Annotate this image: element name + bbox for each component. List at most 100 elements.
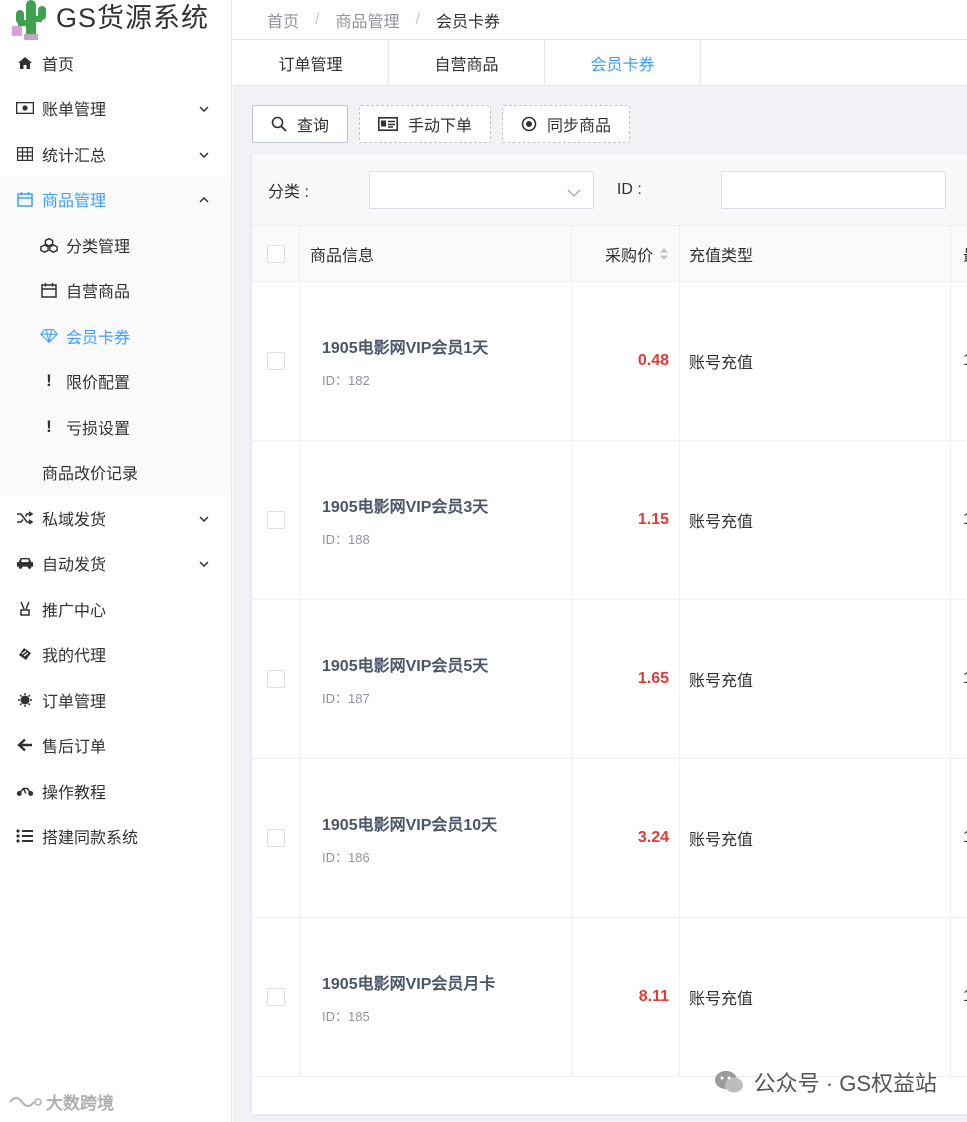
product-id: ID：186: [322, 849, 370, 865]
table-row: 1905电影网VIP会员月卡 ID：185 8.11 账号充值 1: [252, 918, 967, 1077]
toolbar: 查询 手动下单 同步商品: [252, 105, 631, 143]
select-all-checkbox[interactable]: [266, 244, 285, 263]
product-info-cell: 1905电影网VIP会员10天 ID：186: [300, 759, 572, 917]
sidebar-item-label: 私域发货: [42, 511, 107, 529]
sidebar-item-label: 会员卡券: [66, 329, 131, 347]
column-header-recharge-type: 充值类型: [680, 226, 951, 281]
sidebar-item-promotion-center[interactable]: 推广中心: [0, 586, 231, 632]
purchase-price-cell: 1.15: [572, 441, 680, 599]
wechat-icon: [714, 1069, 744, 1095]
row-checkbox[interactable]: [266, 988, 285, 1006]
sidebar-item-label: 统计汇总: [42, 147, 107, 165]
row-select-cell: [252, 282, 300, 440]
truncated-value: 1: [963, 988, 967, 1006]
sidebar-item-orders[interactable]: 订单管理: [0, 677, 231, 723]
sidebar-item-own-products[interactable]: 自营商品: [0, 268, 231, 314]
tab-own-products[interactable]: 自营商品: [389, 40, 545, 85]
recharge-type: 账号充值: [689, 832, 754, 849]
query-button[interactable]: 查询: [252, 105, 349, 143]
hand-peace-icon: [16, 601, 34, 617]
watermark-left: 大数跨境: [8, 1089, 114, 1114]
recharge-type: 账号充值: [689, 991, 754, 1008]
row-checkbox[interactable]: [266, 511, 285, 529]
sidebar-item-label: 搭建同款系统: [42, 830, 139, 848]
sidebar-item-after-sales[interactable]: 售后订单: [0, 723, 231, 769]
sidebar-item-label: 推广中心: [42, 602, 107, 620]
sidebar-item-billing[interactable]: 账单管理: [0, 86, 231, 132]
sidebar-item-label: 售后订单: [42, 739, 107, 757]
chevron-down-icon: [199, 145, 209, 163]
sidebar-item-label: 分类管理: [66, 238, 131, 256]
exclamation-icon: !: [46, 416, 52, 436]
truncated-cell: 1: [951, 600, 967, 758]
row-checkbox[interactable]: [266, 829, 285, 847]
row-checkbox[interactable]: [266, 670, 285, 688]
tab-orders[interactable]: 订单管理: [233, 40, 389, 85]
table-icon: [16, 146, 34, 161]
column-header-purchase-price[interactable]: 采购价: [572, 226, 680, 281]
chevron-up-icon: [199, 190, 209, 208]
sidebar-item-label: 商品管理: [42, 193, 107, 211]
recharge-type-cell: 账号充值: [680, 918, 951, 1076]
sidebar-item-statistics[interactable]: 统计汇总: [0, 131, 231, 177]
sidebar-item-price-limit[interactable]: ! 限价配置: [0, 359, 231, 405]
sidebar-item-auto-delivery[interactable]: 自动发货: [0, 541, 231, 587]
tab-member-coupons[interactable]: 会员卡券: [545, 40, 701, 85]
page-tabs: 订单管理 自营商品 会员卡券: [233, 40, 967, 86]
breadcrumb-item[interactable]: 商品管理: [335, 8, 399, 32]
handshake-icon: [16, 646, 34, 662]
truncated-value: 1: [963, 670, 967, 688]
diamond-icon: [40, 328, 58, 344]
sidebar-item-label: 我的代理: [42, 648, 107, 666]
breadcrumb-item-current: 会员卡券: [435, 13, 500, 31]
row-select-cell: [252, 600, 300, 758]
money-icon: [16, 102, 34, 115]
recharge-type-cell: 账号充值: [680, 759, 951, 917]
sidebar-item-label: 首页: [42, 56, 75, 74]
watermark-text: 公众号 · GS权益站: [753, 1071, 937, 1096]
category-select[interactable]: [368, 170, 594, 209]
truncated-value: 1: [963, 829, 967, 847]
product-info-cell: 1905电影网VIP会员3天 ID：188: [300, 441, 572, 599]
bug-icon: [16, 692, 34, 708]
recharge-type-cell: 账号充值: [680, 600, 951, 758]
row-select-cell: [252, 918, 300, 1076]
column-header-label: 采购价: [604, 247, 653, 265]
query-button-label: 查询: [297, 118, 330, 135]
id-input[interactable]: [720, 170, 946, 209]
sidebar-item-label: 订单管理: [42, 693, 107, 711]
sidebar-item-product-management[interactable]: 商品管理: [0, 176, 231, 222]
list-icon: [16, 829, 34, 843]
sidebar-item-tutorial[interactable]: 操作教程: [0, 768, 231, 814]
exclamation-icon: !: [46, 371, 52, 391]
watermark: 公众号 · GS权益站: [714, 1066, 937, 1098]
product-id: ID：188: [322, 531, 370, 547]
sidebar-item-build-system[interactable]: 搭建同款系统: [0, 814, 231, 860]
manual-order-button[interactable]: 手动下单: [359, 105, 492, 143]
purchase-price: 8.11: [638, 988, 669, 1005]
sidebar-item-member-coupons[interactable]: 会员卡券: [0, 313, 231, 359]
sidebar-item-label: 自动发货: [42, 557, 107, 575]
sidebar-item-category-management[interactable]: 分类管理: [0, 222, 231, 268]
sidebar-item-home[interactable]: 首页: [0, 40, 231, 86]
sidebar-item-my-agents[interactable]: 我的代理: [0, 632, 231, 678]
purchase-price: 1.15: [637, 511, 669, 528]
row-select-cell: [252, 759, 300, 917]
row-select-cell: [252, 441, 300, 599]
breadcrumb-item[interactable]: 首页: [267, 8, 299, 32]
product-table-panel: 分类 : ID : 商品信息 采购价 充值类型 1905电影网VIP会员1天 I…: [252, 154, 967, 1114]
sidebar-item-private-delivery[interactable]: 私域发货: [0, 495, 231, 541]
chevron-down-icon: [567, 184, 581, 202]
sort-icon[interactable]: [659, 247, 669, 261]
truncated-cell: 1: [951, 759, 967, 917]
column-header-product-info: 商品信息: [300, 226, 572, 281]
table-row: 1905电影网VIP会员3天 ID：188 1.15 账号充值 1: [252, 441, 967, 600]
product-name: 1905电影网VIP会员10天: [322, 816, 498, 834]
truncated-cell: 1: [951, 918, 967, 1076]
logo-icon: [8, 1094, 42, 1110]
sync-products-button[interactable]: 同步商品: [502, 105, 631, 143]
sidebar-item-price-change-log[interactable]: 商品改价记录: [0, 450, 231, 496]
column-header-truncated: 最: [951, 226, 967, 281]
row-checkbox[interactable]: [266, 352, 285, 370]
sidebar-item-loss-settings[interactable]: ! 亏损设置: [0, 404, 231, 450]
